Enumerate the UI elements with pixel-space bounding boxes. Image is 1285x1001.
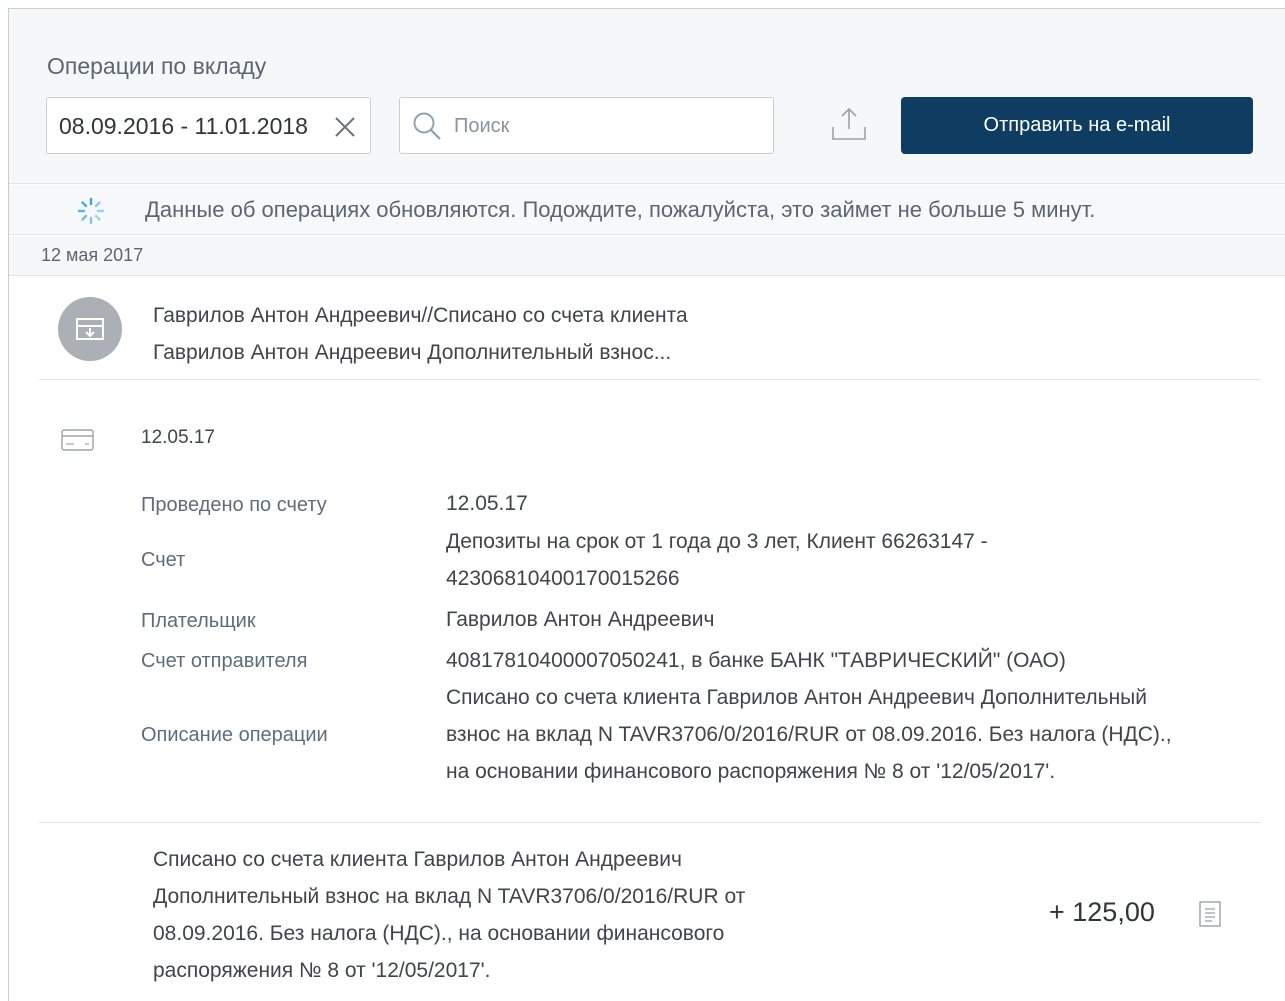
detail-value-description: Списано со счета клиента Гаврилов Антон … [446, 679, 1172, 790]
detail-value-line: 42306810400170015266 [446, 567, 680, 590]
date-range-value: 08.09.2016 - 11.01.2018 [59, 113, 308, 139]
search-field[interactable] [399, 97, 774, 154]
operations-panel: Операции по вкладу 08.09.2016 - 11.01.20… [8, 8, 1285, 1001]
amount-cents: 00 [1124, 897, 1155, 927]
operations-header: Операции по вкладу 08.09.2016 - 11.01.20… [9, 9, 1285, 184]
operation-summary: Списано со счета клиента Гаврилов Антон … [153, 841, 745, 989]
detail-label-posted: Проведено по счету [141, 494, 327, 516]
send-email-button[interactable]: Отправить на e-mail [901, 97, 1253, 154]
detail-value-sender-account: 40817810400007050241, в банке БАНК "ТАВР… [446, 642, 1066, 679]
notice-text: Данные об операциях обновляются. Подожди… [145, 197, 1096, 222]
detail-value-line: 40817810400007050241, в банке БАНК "ТАВР… [446, 649, 1066, 672]
date-group-header: 12 мая 2017 [9, 236, 1285, 276]
summary-line: Списано со счета клиента Гаврилов Антон … [153, 848, 682, 871]
summary-line: 08.09.2016. Без налога (НДС)., на основа… [153, 922, 725, 945]
detail-value-line: Гаврилов Антон Андреевич [446, 608, 715, 631]
detail-label-sender-account: Счет отправителя [141, 650, 308, 672]
loading-spinner-icon [77, 197, 105, 225]
clear-icon[interactable] [333, 115, 357, 139]
summary-line: распоряжения № 8 от '12/05/2017'. [153, 959, 491, 982]
divider [39, 379, 1261, 380]
operation-amount: + 125,00 [1049, 897, 1155, 928]
update-notice: Данные об операциях обновляются. Подожди… [9, 185, 1285, 235]
export-icon[interactable] [829, 105, 869, 145]
detail-value-line: Депозиты на срок от 1 года до 3 лет, Кли… [446, 530, 988, 553]
search-icon [413, 112, 441, 140]
date-group-label: 12 мая 2017 [41, 245, 144, 265]
date-range-field[interactable]: 08.09.2016 - 11.01.2018 [46, 97, 371, 154]
detail-value-line: на основании финансового распоряжения № … [446, 760, 1056, 783]
detail-label-account: Счет [141, 549, 186, 571]
summary-line: Дополнительный взнос на вклад N TAVR3706… [153, 885, 746, 908]
detail-value-line: 12.05.17 [446, 492, 528, 515]
card-icon [61, 429, 94, 451]
detail-value-line: взнос на вклад N TAVR3706/0/2016/RUR от … [446, 723, 1172, 746]
document-icon[interactable] [1199, 901, 1221, 927]
divider [39, 822, 1261, 823]
operation-title-line: Гаврилов Антон Андреевич Дополнительный … [153, 341, 672, 364]
detail-value-posted: 12.05.17 [446, 485, 528, 522]
detail-label-payer: Плательщик [141, 610, 256, 632]
operation-title[interactable]: Гаврилов Антон Андреевич//Списано со сче… [153, 297, 688, 371]
detail-value-line: Списано со счета клиента Гаврилов Антон … [446, 686, 1148, 709]
amount-main: + 125, [1049, 897, 1125, 927]
operation-title-line: Гаврилов Антон Андреевич//Списано со сче… [153, 304, 688, 327]
operation-date: 12.05.17 [141, 427, 215, 448]
detail-label-description: Описание операции [141, 724, 328, 746]
deposit-operation-icon [58, 297, 122, 361]
search-input[interactable] [454, 112, 754, 140]
detail-value-payer: Гаврилов Антон Андреевич [446, 601, 714, 638]
detail-value-account: Депозиты на срок от 1 года до 3 лет, Кли… [446, 523, 988, 597]
page-title: Операции по вкладу [47, 53, 267, 79]
